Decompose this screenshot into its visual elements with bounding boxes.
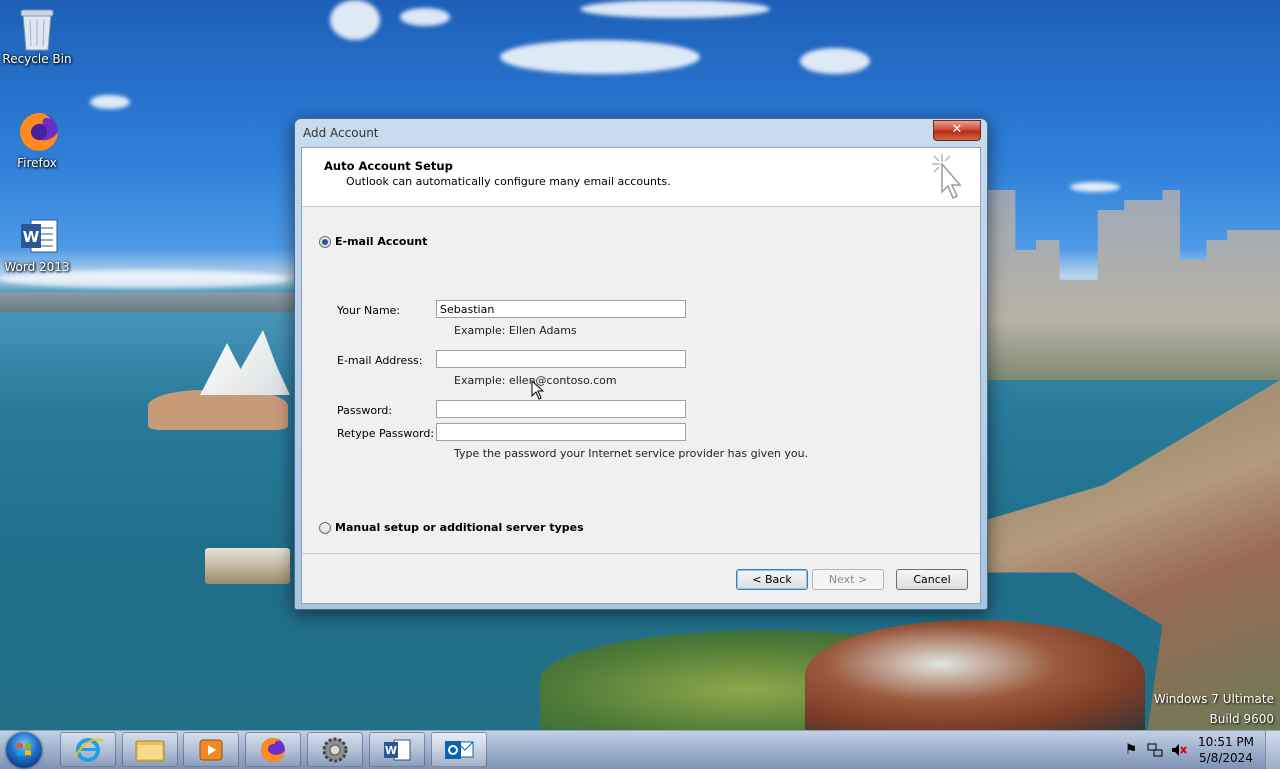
desktop-icon-label: Firefox [17, 156, 57, 170]
password-label: Password: [337, 404, 393, 417]
close-icon: ✕ [951, 122, 963, 137]
volume-muted-icon[interactable] [1170, 741, 1188, 759]
desktop-icon-recycle-bin[interactable]: Recycle Bin [0, 6, 74, 66]
taskbar-internet-explorer[interactable] [60, 732, 116, 767]
cloud [90, 95, 130, 109]
start-button[interactable] [6, 732, 42, 768]
cloud [1070, 182, 1120, 192]
windows-logo-icon [17, 743, 31, 756]
email-address-input[interactable] [436, 350, 686, 368]
email-account-radio[interactable] [319, 236, 331, 248]
foreground-building [805, 620, 1145, 730]
cancel-button[interactable]: Cancel [896, 569, 968, 590]
dialog-client-area: Auto Account Setup Outlook can automatic… [301, 147, 981, 604]
your-name-label: Your Name: [337, 304, 401, 317]
far-shore [0, 292, 300, 312]
city-skyline [986, 190, 1280, 380]
header-title: Auto Account Setup [324, 159, 453, 173]
cloud [500, 40, 700, 74]
cursor-sparkle-icon [928, 152, 968, 202]
desktop-icon-word[interactable]: W Word 2013 [0, 214, 74, 274]
header-subtitle: Outlook can automatically configure many… [346, 175, 671, 188]
dialog-title: Add Account [303, 126, 379, 140]
svg-text:W: W [23, 228, 40, 246]
desktop-icon-firefox[interactable]: Firefox [0, 110, 74, 170]
taskbar-settings[interactable] [307, 732, 363, 767]
outlook-icon [445, 741, 474, 759]
dialog-header: Auto Account Setup Outlook can automatic… [302, 148, 980, 207]
desktop-icon-label: Word 2013 [4, 260, 70, 274]
taskbar-word[interactable]: W [369, 732, 425, 767]
cloud [400, 8, 450, 26]
password-hint: Type the password your Internet service … [454, 447, 809, 460]
close-button[interactable]: ✕ [933, 120, 981, 141]
back-button[interactable]: < Back [736, 569, 808, 590]
settings-icon [322, 737, 348, 763]
manual-setup-label[interactable]: Manual setup or additional server types [335, 521, 584, 534]
your-name-hint: Example: Ellen Adams [454, 324, 577, 337]
show-desktop-button[interactable] [1265, 731, 1280, 769]
cloud [330, 0, 380, 40]
retype-password-label: Retype Password: [337, 427, 435, 440]
taskbar: W ⚑ 10:51 PM 5/8/2024 [0, 730, 1280, 769]
media-player-icon [199, 739, 223, 761]
email-address-label: E-mail Address: [337, 354, 423, 367]
password-input[interactable] [436, 400, 686, 418]
cloud [800, 48, 870, 74]
action-center-flag-icon[interactable]: ⚑ [1122, 741, 1140, 759]
mouse-pointer-icon [531, 380, 545, 400]
os-watermark-line1: Windows 7 Ultimate [1153, 692, 1274, 706]
opera-house-base [148, 390, 288, 430]
taskbar-clock[interactable]: 10:51 PM 5/8/2024 [1198, 734, 1254, 766]
firefox-icon [261, 738, 285, 762]
clock-time: 10:51 PM [1198, 735, 1254, 749]
internet-explorer-icon [74, 738, 104, 762]
add-account-dialog: Add Account ✕ Auto Account Setup Outlook… [294, 118, 988, 610]
os-watermark-line2: Build 9600 [1209, 712, 1274, 726]
svg-text:W: W [385, 744, 397, 757]
taskbar-outlook[interactable] [431, 732, 487, 767]
firefox-icon [17, 110, 58, 154]
network-icon[interactable] [1146, 741, 1164, 759]
opera-house-shells [200, 330, 290, 395]
manual-setup-radio[interactable] [319, 522, 331, 534]
word-icon: W [384, 739, 411, 761]
footer-divider [302, 553, 980, 554]
clock-date: 5/8/2024 [1199, 751, 1253, 765]
recycle-bin-icon [17, 6, 57, 51]
next-button[interactable]: Next > [812, 569, 884, 590]
taskbar-firefox[interactable] [245, 732, 301, 767]
taskbar-file-explorer[interactable] [122, 732, 178, 767]
email-account-label[interactable]: E-mail Account [335, 235, 427, 248]
taskbar-media-player[interactable] [183, 732, 239, 767]
ferry [205, 548, 290, 584]
word-icon: W [17, 214, 58, 258]
file-explorer-icon [135, 740, 165, 762]
retype-password-input[interactable] [436, 423, 686, 441]
desktop-icon-label: Recycle Bin [2, 52, 72, 66]
your-name-input[interactable] [436, 300, 686, 318]
cloud [580, 0, 770, 18]
